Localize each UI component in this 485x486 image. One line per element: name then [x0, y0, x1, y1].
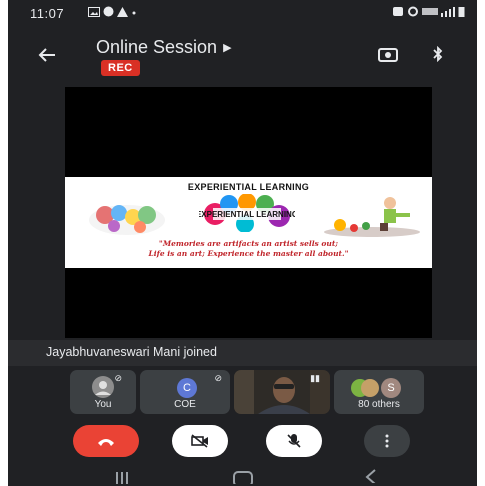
experiential-learning-logo: EXPERIENTIAL LEARNING — [199, 194, 295, 232]
meeting-title[interactable]: Online Session ▶ — [96, 37, 232, 58]
participant-tile-coe[interactable]: C ⊘ COE — [140, 370, 230, 414]
logo-text: EXPERIENTIAL LEARNING — [199, 210, 295, 219]
avatar — [92, 376, 114, 398]
participant-label: You — [94, 399, 112, 410]
status-left-icons — [88, 6, 137, 20]
avatar: S — [381, 378, 401, 398]
switch-camera-button[interactable] — [378, 46, 398, 67]
bluetooth-icon — [433, 45, 443, 63]
presentation-slide: EXPERIENTIAL LEARNING EXPERIENTIAL LEARN… — [65, 177, 432, 268]
avatar: C — [177, 378, 197, 398]
participant-label: COE — [174, 399, 196, 410]
notification-text: Jayabhuvaneswari Mani joined — [46, 345, 217, 359]
mic-off-icon: ⊘ — [114, 373, 122, 383]
status-bar: 11:07 — [8, 0, 477, 26]
slide-title: EXPERIENTIAL LEARNING — [187, 182, 310, 192]
participant-label: 80 others — [358, 399, 400, 410]
camera-off-icon — [191, 434, 208, 448]
whatsapp-icon — [103, 6, 114, 17]
kids-playing-illustration — [324, 197, 420, 237]
quote-line-2: Life is an art; Experience the master al… — [148, 249, 349, 258]
avatar — [351, 379, 379, 397]
switch-camera-icon — [378, 48, 398, 62]
alarm-icon — [392, 7, 403, 16]
back-icon[interactable] — [365, 469, 377, 483]
mic-off-icon: ⊘ — [214, 373, 222, 383]
caret-right-icon: ▶ — [223, 42, 232, 54]
mic-off-icon — [287, 434, 301, 448]
home-icon[interactable] — [233, 470, 253, 484]
volte-icon — [421, 8, 438, 15]
status-time: 11:07 — [30, 6, 65, 21]
participant-tile-speaker[interactable]: ▮▮ — [234, 370, 330, 414]
more-vert-icon — [385, 434, 389, 448]
call-header: Online Session ▶ REC — [8, 26, 477, 82]
system-nav-bar — [8, 462, 477, 486]
recent-apps-icon[interactable] — [115, 470, 129, 484]
slide-quote: "Memories are artifacts an artist sells … — [65, 239, 432, 259]
presentation-stage: EXPERIENTIAL LEARNING EXPERIENTIAL LEARN… — [65, 87, 432, 338]
signal-icon — [440, 7, 455, 17]
end-call-icon — [98, 439, 114, 446]
doodle-illustration — [89, 205, 165, 235]
back-button[interactable] — [38, 46, 56, 69]
image-icon — [88, 7, 100, 17]
bluetooth-icon — [407, 6, 418, 17]
quote-line-1: "Memories are artifacts an artist sells … — [158, 239, 339, 248]
status-right-icons — [392, 6, 465, 20]
alert-icon — [117, 7, 129, 17]
more-options-button[interactable] — [364, 425, 410, 457]
back-arrow-icon — [38, 48, 55, 62]
dot-icon — [132, 11, 136, 15]
bluetooth-audio-button[interactable] — [433, 45, 443, 67]
recording-badge: REC — [101, 60, 140, 76]
mic-toggle-button[interactable] — [266, 425, 322, 457]
participant-tile-others[interactable]: S 80 others — [334, 370, 424, 414]
end-call-button[interactable] — [73, 425, 139, 457]
join-notification: Jayabhuvaneswari Mani joined — [8, 340, 477, 366]
meeting-title-text: Online Session — [96, 37, 218, 57]
phone-screen: 11:07 Online Session ▶ REC EXPERIENTIAL … — [8, 0, 477, 486]
participant-tile-you[interactable]: ⊘ You — [70, 370, 136, 414]
camera-toggle-button[interactable] — [172, 425, 228, 457]
speaking-indicator-icon: ▮▮ — [310, 373, 320, 383]
battery-icon — [458, 7, 465, 17]
